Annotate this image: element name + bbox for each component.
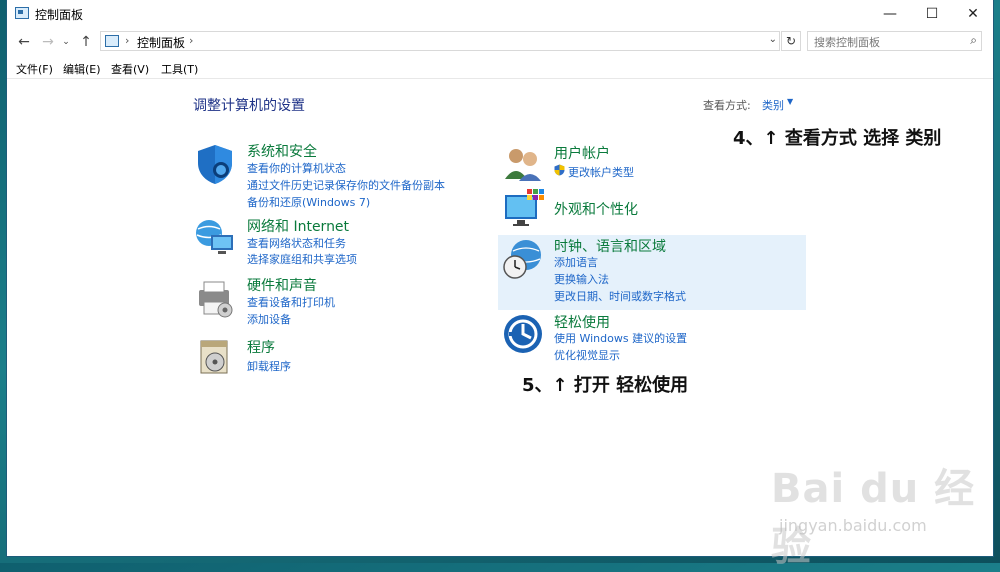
category-system-security[interactable]: 系统和安全 [247, 141, 317, 161]
chevron-down-icon[interactable]: ⌄ [769, 34, 777, 45]
link-add-device[interactable]: 添加设备 [247, 311, 291, 327]
search-icon[interactable]: ⌕ [970, 33, 977, 48]
link-uninstall-program[interactable]: 卸载程序 [247, 358, 291, 374]
control-panel-icon [15, 7, 29, 19]
view-by-label: 查看方式: [703, 99, 751, 112]
control-panel-icon [105, 35, 119, 47]
chevron-right-icon[interactable]: › [189, 34, 193, 47]
baidu-watermark-url: jingyan.baidu.com [779, 516, 927, 535]
link-change-input-method[interactable]: 更换输入法 [554, 271, 609, 287]
baidu-watermark: Bai du 经验 [771, 466, 976, 570]
window-title: 控制面板 [35, 8, 84, 22]
category-clock-language-region[interactable]: 时钟、语言和区域 [554, 236, 666, 256]
search-input[interactable]: 搜索控制面板 ⌕ [807, 31, 982, 51]
address-bar[interactable]: › 控制面板 › ⌄ [100, 31, 780, 51]
control-panel-window: 控制面板 — ☐ ✕ ← → ⌄ ↑ › 控制面板 › ⌄ ↻ 搜索控制面板 ⌕… [7, 0, 993, 570]
forward-arrow-icon[interactable]: → [39, 32, 57, 52]
link-devices-printers[interactable]: 查看设备和打印机 [247, 294, 335, 310]
user-accounts-icon [505, 149, 541, 181]
menu-tools[interactable]: 工具(T) [161, 61, 198, 77]
up-arrow-icon[interactable]: ↑ [77, 32, 95, 52]
recent-locations-chevron-icon[interactable]: ⌄ [60, 32, 72, 52]
uac-shield-icon [554, 164, 565, 176]
maximize-button[interactable]: ☐ [912, 0, 952, 28]
network-globe-icon [196, 220, 233, 254]
category-network[interactable]: 网络和 Internet [247, 216, 349, 236]
category-programs[interactable]: 程序 [247, 337, 275, 357]
menu-view[interactable]: 查看(V) [111, 61, 149, 77]
appearance-monitor-icon [505, 189, 544, 226]
view-by-dropdown[interactable]: 类别 [762, 97, 784, 113]
clock-globe-icon [503, 240, 541, 279]
annotation-step-4: 4、↑ 查看方式 选择 类别 [733, 128, 942, 149]
category-appearance[interactable]: 外观和个性化 [554, 199, 638, 219]
menu-edit[interactable]: 编辑(E) [63, 61, 101, 77]
menu-file[interactable]: 文件(F) [16, 61, 53, 77]
printer-icon [199, 281, 233, 318]
chevron-right-icon[interactable]: › [125, 34, 129, 47]
link-file-history-backup[interactable]: 通过文件历史记录保存你的文件备份副本 [247, 177, 445, 193]
minimize-button[interactable]: — [870, 0, 910, 28]
annotation-step-5: 5、↑ 打开 轻松使用 [522, 375, 689, 396]
link-homegroup-sharing[interactable]: 选择家庭组和共享选项 [247, 251, 357, 267]
category-ease-of-access[interactable]: 轻松使用 [554, 312, 610, 332]
refresh-button[interactable]: ↻ [781, 31, 801, 51]
category-hardware-sound[interactable]: 硬件和声音 [247, 275, 317, 295]
link-optimize-visual-display[interactable]: 优化视觉显示 [554, 347, 620, 363]
link-backup-restore[interactable]: 备份和还原(Windows 7) [247, 194, 370, 210]
menu-bar: 文件(F) 编辑(E) 查看(V) 工具(T) [7, 58, 993, 79]
link-change-account-type[interactable]: 更改帐户类型 [568, 164, 634, 180]
back-arrow-icon[interactable]: ← [15, 32, 33, 52]
shield-icon [198, 145, 232, 184]
dropdown-arrow-icon[interactable]: ▼ [787, 97, 793, 106]
close-button[interactable]: ✕ [953, 0, 993, 28]
search-placeholder: 搜索控制面板 [814, 36, 880, 49]
navigation-bar: ← → ⌄ ↑ › 控制面板 › ⌄ ↻ 搜索控制面板 ⌕ [7, 30, 993, 54]
link-network-status[interactable]: 查看网络状态和任务 [247, 235, 346, 251]
link-view-computer-status[interactable]: 查看你的计算机状态 [247, 160, 346, 176]
programs-disc-icon [200, 340, 228, 374]
link-recommended-settings[interactable]: 使用 Windows 建议的设置 [554, 330, 687, 346]
link-change-date-time-format[interactable]: 更改日期、时间或数字格式 [554, 288, 686, 304]
category-user-accounts[interactable]: 用户帐户 [554, 143, 610, 163]
title-bar: 控制面板 — ☐ ✕ [7, 0, 993, 28]
link-add-language[interactable]: 添加语言 [554, 254, 598, 270]
breadcrumb[interactable]: 控制面板 [137, 34, 185, 51]
page-title: 调整计算机的设置 [193, 98, 305, 114]
ease-of-access-icon [504, 315, 542, 353]
